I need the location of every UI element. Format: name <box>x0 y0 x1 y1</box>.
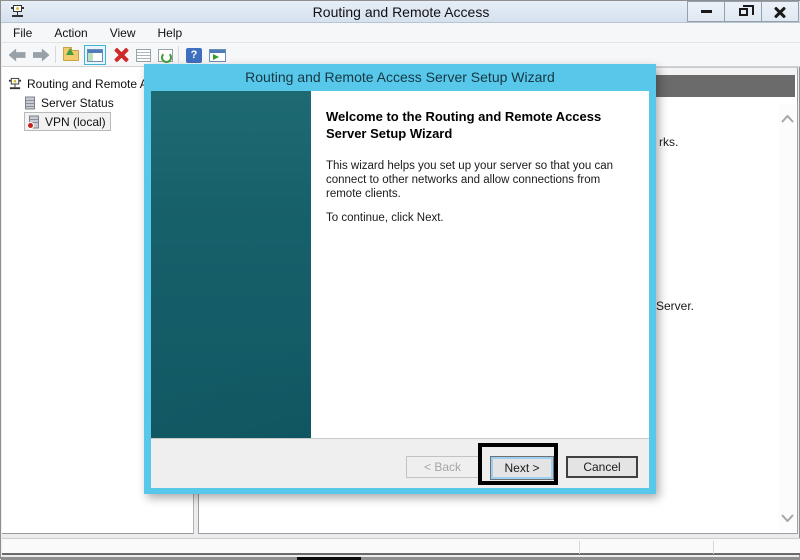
menu-item-help[interactable]: Help <box>147 23 194 43</box>
forward-icon <box>32 48 50 62</box>
tree-item-vpn-local[interactable]: VPN (local) <box>24 112 111 131</box>
delete-x-icon <box>113 47 130 64</box>
tree-item-label: Routing and Remote A <box>27 76 148 91</box>
minimize-button[interactable] <box>687 1 725 22</box>
wizard-heading: Welcome to the Routing and Remote Access… <box>326 108 601 142</box>
wizard-title-bar[interactable]: Routing and Remote Access Server Setup W… <box>144 64 656 91</box>
vpn-server-icon <box>27 115 39 129</box>
clipped-text-fragment: rks. <box>659 135 679 149</box>
rras-node-icon <box>8 77 22 89</box>
wizard-watermark-panel <box>151 91 311 438</box>
clipped-text-fragment: Server. <box>656 299 695 313</box>
window-controls <box>687 1 799 22</box>
forward-button[interactable] <box>30 45 52 65</box>
restore-icon <box>738 4 754 16</box>
server-status-icon <box>25 96 35 109</box>
cancel-wizard-button[interactable]: Cancel <box>566 456 638 478</box>
status-divider <box>579 541 580 554</box>
scroll-down-button[interactable] <box>779 509 796 526</box>
minimize-icon <box>700 10 712 13</box>
back-icon <box>8 48 26 62</box>
tree-item-label: Server Status <box>41 95 114 110</box>
wizard-instruction: To continue, click Next. <box>326 212 444 224</box>
status-bar <box>2 538 800 555</box>
chevron-up-icon <box>781 114 794 123</box>
wizard-description-line: connect to other networks and allow conn… <box>326 174 601 186</box>
taskpad-icon <box>208 48 226 62</box>
help-button[interactable]: ? <box>183 45 205 65</box>
help-icon: ? <box>186 47 202 63</box>
title-bar[interactable]: Routing and Remote Access <box>1 1 800 23</box>
close-button[interactable] <box>761 1 799 22</box>
back-button[interactable] <box>6 45 28 65</box>
wizard-heading-line: Welcome to the Routing and Remote Access <box>326 109 602 124</box>
taskpad-button[interactable] <box>206 45 228 65</box>
properties-button[interactable] <box>132 45 154 65</box>
toolbar-separator <box>55 46 56 63</box>
wizard-heading-line: Server Setup Wizard <box>326 126 453 141</box>
folder-up-icon <box>63 46 79 61</box>
show-console-tree-button[interactable] <box>84 45 106 65</box>
properties-icon <box>135 48 151 62</box>
wizard-description-line: This wizard helps you set up your server… <box>326 160 614 172</box>
tree-item-label: VPN (local) <box>45 114 106 129</box>
refresh-button[interactable] <box>154 45 176 65</box>
setup-wizard-dialog: Routing and Remote Access Server Setup W… <box>144 64 656 494</box>
main-window: Routing and Remote Access File Action Vi… <box>0 0 800 560</box>
wizard-description-line: remote clients. <box>326 188 401 200</box>
close-icon <box>774 6 786 18</box>
next-button-highlight-annotation: Next > <box>478 443 558 485</box>
chevron-down-icon <box>781 513 794 522</box>
menu-item-file[interactable]: File <box>2 23 43 43</box>
up-one-level-button[interactable] <box>60 45 82 65</box>
console-tree-icon <box>87 48 103 62</box>
wizard-description: This wizard helps you set up your server… <box>326 159 613 201</box>
scroll-up-button[interactable] <box>779 110 796 127</box>
toolbar-separator <box>178 46 179 63</box>
restore-button[interactable] <box>724 1 762 22</box>
refresh-icon <box>157 48 173 63</box>
next-wizard-button[interactable]: Next > <box>490 456 554 480</box>
vertical-scrollbar[interactable] <box>779 104 796 532</box>
menu-item-action[interactable]: Action <box>43 23 98 43</box>
delete-button[interactable] <box>110 45 132 65</box>
wizard-body-panel: Welcome to the Routing and Remote Access… <box>311 91 649 438</box>
back-wizard-button[interactable]: < Back <box>406 456 479 478</box>
menu-item-view[interactable]: View <box>99 23 147 43</box>
menu-bar: File Action View Help <box>2 23 800 43</box>
window-title: Routing and Remote Access <box>312 4 490 20</box>
status-divider <box>713 541 714 554</box>
